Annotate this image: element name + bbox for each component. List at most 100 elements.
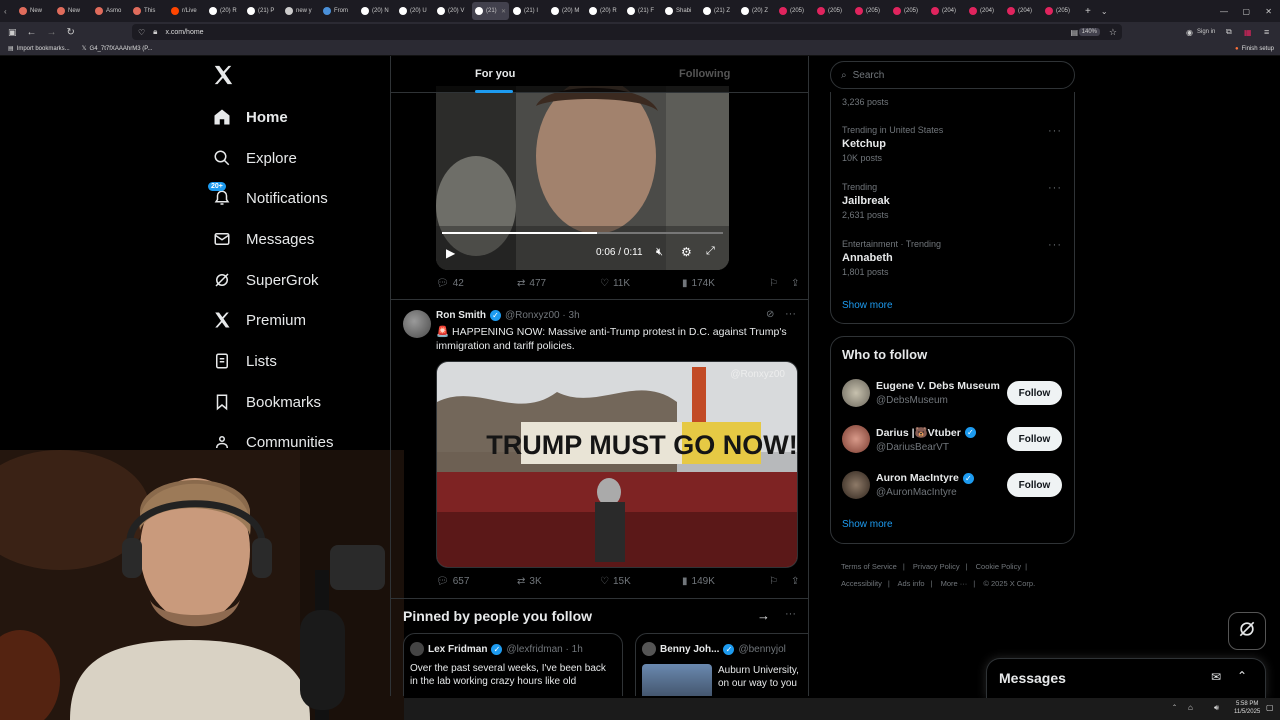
trend-item[interactable]: Trending in United States Ketchup 10K po… xyxy=(842,125,1064,163)
more-options-icon[interactable]: ··· xyxy=(785,308,796,320)
browser-tab[interactable]: (21) ✕ xyxy=(472,2,509,20)
new-tab-button[interactable]: + xyxy=(1085,6,1091,17)
browser-tab[interactable]: New xyxy=(16,2,53,20)
reply-button[interactable]: 💬︎ 42 xyxy=(436,278,517,289)
fullscreen-icon[interactable]: ⤢ xyxy=(706,245,715,258)
trend-more-icon[interactable]: ··· xyxy=(1048,125,1062,137)
grok-floating-button[interactable] xyxy=(1228,612,1266,650)
finish-setup-button[interactable]: ● Finish setup xyxy=(1235,46,1274,52)
grok-icon[interactable]: ⊘ xyxy=(766,309,774,320)
browser-tab[interactable]: (20) R xyxy=(586,2,623,20)
browser-tab[interactable]: (205) xyxy=(852,2,889,20)
video-progress-track[interactable] xyxy=(442,232,723,234)
browser-tab[interactable]: (20) V xyxy=(434,2,471,20)
trend-more-icon[interactable]: ··· xyxy=(1048,239,1062,251)
post2-avatar[interactable] xyxy=(403,310,431,338)
browser-tab[interactable]: (21) Z xyxy=(700,2,737,20)
nav-explore[interactable]: Explore xyxy=(212,144,297,172)
x-logo-icon[interactable] xyxy=(212,64,234,88)
menu-icon[interactable]: ≡ xyxy=(1264,27,1269,37)
reader-view-icon[interactable]: ▤ xyxy=(1070,28,1078,37)
browser-tab[interactable]: (20) Z xyxy=(738,2,775,20)
browser-tab[interactable]: Shabi xyxy=(662,2,699,20)
trend-more-icon[interactable]: ··· xyxy=(1048,182,1062,194)
nav-lists[interactable]: Lists xyxy=(212,347,277,375)
browser-tab[interactable]: (205) xyxy=(1042,2,1079,20)
show-more-link[interactable]: Show more xyxy=(842,300,893,311)
share-button[interactable]: ⇪ xyxy=(791,278,799,289)
messages-drawer[interactable]: Messages ✉ ⌃ xyxy=(986,658,1266,698)
footer-privacy[interactable]: Privacy Policy xyxy=(913,562,960,571)
suggestion-item[interactable]: Auron MacIntyre ✓ @AuronMacIntyre xyxy=(876,472,974,498)
like-button[interactable]: ♡ 15K xyxy=(600,576,682,587)
browser-tab[interactable]: Asmo xyxy=(92,2,129,20)
tab-for-you[interactable]: For you xyxy=(475,68,515,93)
avatar[interactable] xyxy=(842,471,870,499)
taskbar-time[interactable]: 5:58 PM xyxy=(1236,701,1258,707)
close-window-button[interactable]: ✕ xyxy=(1265,7,1272,16)
apps-icon[interactable]: ▦ xyxy=(1244,28,1252,37)
footer-terms[interactable]: Terms of Service xyxy=(841,562,897,571)
maximize-button[interactable]: ▢ xyxy=(1242,7,1250,16)
address-bar[interactable]: ♡ 🔒︎ x.com/home ▤ 140% ☆ xyxy=(132,24,1122,40)
trend-item[interactable]: Trending Jailbreak 2,631 posts xyxy=(842,182,1064,220)
arrow-right-icon[interactable]: → xyxy=(757,608,770,623)
notification-icon[interactable]: ▢ xyxy=(1266,703,1274,712)
close-tab-icon[interactable]: ✕ xyxy=(501,8,506,15)
browser-tab[interactable]: (204) xyxy=(966,2,1003,20)
browser-tab[interactable]: From xyxy=(320,2,357,20)
browser-tab[interactable]: New xyxy=(54,2,91,20)
footer-cookie[interactable]: Cookie Policy xyxy=(976,562,1021,571)
nav-notifications[interactable]: 20+ Notifications xyxy=(208,182,328,212)
extensions-icon[interactable]: ⧉ xyxy=(1226,27,1232,37)
browser-tab[interactable]: new y xyxy=(282,2,319,20)
new-message-icon[interactable]: ✉ xyxy=(1211,670,1221,684)
show-more-link[interactable]: Show more xyxy=(842,519,893,530)
post2-image[interactable]: TRUMP MUST GO NOW! @Ronxyz00 xyxy=(436,361,798,568)
footer-more[interactable]: More ··· xyxy=(941,579,968,588)
settings-icon[interactable]: ⚙ xyxy=(681,245,692,259)
browser-tab[interactable]: (205) xyxy=(776,2,813,20)
nav-messages[interactable]: Messages xyxy=(212,225,314,253)
reload-button[interactable]: ↻ xyxy=(67,27,75,38)
forward-button[interactable]: → xyxy=(47,27,57,38)
browser-tab[interactable]: (20) M xyxy=(548,2,585,20)
suggestion-item[interactable]: Darius |🐻Vtuber ✓ @DariusBearVT xyxy=(876,426,976,453)
browser-tab[interactable]: (205) xyxy=(890,2,927,20)
tab-following[interactable]: Following xyxy=(679,68,730,80)
tray-chevron-icon[interactable]: ⌃ xyxy=(1172,704,1177,711)
network-icon[interactable]: ⌂ xyxy=(1188,703,1193,712)
post2-handle[interactable]: @Ronxyz00 · 3h xyxy=(505,310,580,321)
expand-icon[interactable]: ⌃ xyxy=(1237,669,1247,683)
star-icon[interactable]: ☆ xyxy=(1109,27,1117,38)
zoom-level[interactable]: 140% xyxy=(1078,28,1100,36)
pinned-card[interactable]: Benny Joh... ✓ @bennyjol Auburn Universi… xyxy=(635,633,808,696)
views-button[interactable]: ▮ 149K xyxy=(682,576,769,587)
bookmark-x-post[interactable]: 𝕏 G4_7t7fXAAAhrM3 (P... xyxy=(82,45,153,53)
pinned-card[interactable]: Lex Fridman ✓ @lexfridman · 1h Over the … xyxy=(403,633,623,696)
reply-button[interactable]: 💬︎ 657 xyxy=(436,576,517,587)
mute-icon[interactable]: 🔇︎ xyxy=(656,246,663,259)
browser-tab[interactable]: (21) I xyxy=(510,2,547,20)
avatar[interactable] xyxy=(842,425,870,453)
play-button[interactable]: ▶ xyxy=(446,246,455,260)
nav-supergrok[interactable]: SuperGrok xyxy=(212,266,319,294)
back-button[interactable]: ← xyxy=(27,27,37,38)
search-input[interactable]: ⌕ Search xyxy=(830,61,1075,89)
views-button[interactable]: ▮ 174K xyxy=(682,278,769,289)
share-button[interactable]: ⇪ xyxy=(791,576,799,587)
nav-bookmarks[interactable]: Bookmarks xyxy=(212,388,321,416)
nav-premium[interactable]: Premium xyxy=(212,306,306,334)
browser-tab[interactable]: (21) P xyxy=(244,2,281,20)
post2-author-name[interactable]: Ron Smith xyxy=(436,310,486,321)
like-button[interactable]: ♡ 11K xyxy=(600,278,682,289)
follow-button[interactable]: Follow xyxy=(1007,473,1062,497)
browser-tab[interactable]: (20) N xyxy=(358,2,395,20)
repost-button[interactable]: ⇄ 3K xyxy=(517,576,600,587)
sidebar-toggle-icon[interactable]: ▣ xyxy=(8,27,17,38)
bookmark-button[interactable]: ⚐ xyxy=(769,576,791,587)
nav-home[interactable]: Home xyxy=(212,103,288,131)
suggestion-item[interactable]: Eugene V. Debs Museum @DebsMuseum xyxy=(876,380,1000,406)
follow-button[interactable]: Follow xyxy=(1007,427,1062,451)
pinned-more-icon[interactable]: ··· xyxy=(785,608,796,620)
